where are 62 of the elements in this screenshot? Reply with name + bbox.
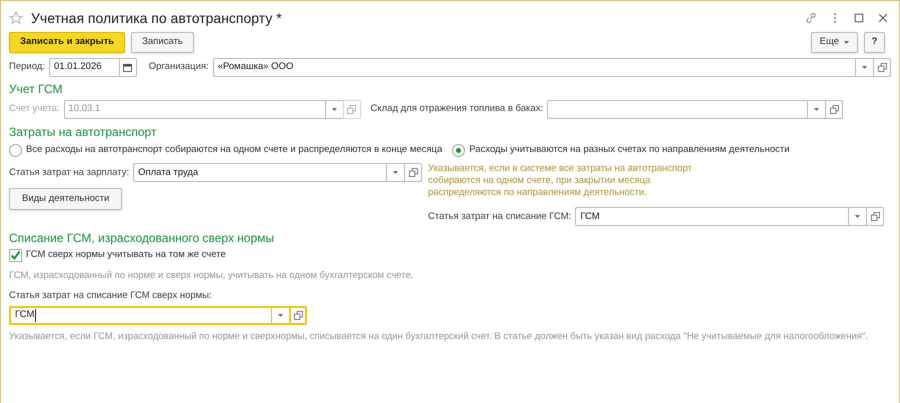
open-button[interactable] [289,306,307,325]
input-field[interactable]: 01.01.2026 [48,58,119,77]
dropdown-button[interactable] [324,100,342,119]
field-label: Статья затрат на списание ГСМ сверх нормы: [9,288,212,303]
close-icon[interactable] [877,12,889,24]
section-heading: Затраты на автотранспорт [9,126,158,138]
input-field[interactable] [547,100,808,119]
dropdown-button[interactable] [848,207,866,226]
caret-icon [844,40,849,44]
dropdown-button[interactable] [855,58,873,77]
radio-button[interactable] [9,144,22,157]
caret-icon [814,108,820,111]
checkbox-label[interactable]: ГСМ сверх нормы учитывать на том же счете [26,248,226,262]
caret-icon [278,314,283,317]
activities-button[interactable]: Виды деятельности [9,188,122,210]
note-text: Указывается, если ГСМ, израсходованный по норме и сверхнормы, списывается на один бухгалтерский счет. В статье должен быть указан вид расхода "Не учитываемые для налогообложения". [9,330,868,344]
link-icon[interactable] [805,12,817,24]
windows-icon [830,105,839,114]
input-field[interactable]: ГСМ [575,207,848,226]
input-field[interactable]: «Ромашка» ООО [212,58,855,77]
help-button[interactable]: ? [864,32,885,52]
more-button[interactable]: Еще [810,32,858,52]
field-label: Статья затрат на зарплату: [9,166,130,180]
hint-text: Указывается, если в системе все затраты на автотранспорт собираются на одном счете, при закрытии месяца распределяются по направлениям деятельности. [428,163,693,200]
calendar-button[interactable] [118,58,137,77]
dropdown-button[interactable] [271,306,289,325]
star-icon[interactable] [9,11,23,25]
note-text: ГСМ, израсходованный по норме и сверх нормы, учитывать на одном бухгалтерском счете. [9,268,414,282]
toolbar-button[interactable]: Записать и закрыть [9,32,126,52]
radio-label[interactable]: Все расходы на автотранспорт собираются на одном счете и распределяются в конце месяца [26,143,442,158]
dropdown-button[interactable] [386,163,404,182]
caret-icon [332,108,336,111]
input-field[interactable]: ГСМ [9,306,271,325]
calendar-icon [123,63,132,72]
field-label: Организация: [148,60,209,74]
open-button[interactable] [342,100,360,119]
section-heading: Учет ГСМ [9,83,64,95]
dropdown-button[interactable] [807,100,826,119]
windows-icon [294,311,302,320]
toolbar-button[interactable]: Записать [131,32,194,52]
windows-icon [408,168,418,178]
open-button[interactable] [866,207,884,226]
caret-icon [855,215,860,218]
window-title: Учетная политика по автотранспорту * [31,8,283,28]
field-label: Статья затрат на списание ГСМ: [428,210,572,224]
windows-icon [870,212,880,222]
section-heading: Списание ГСМ, израсходованного сверх нормы [9,232,276,244]
radio-label[interactable]: Расходы учитываются на разных счетах по направлениям деятельности [469,143,790,158]
windows-icon [347,105,356,114]
maximize-icon[interactable] [853,12,865,24]
open-button[interactable] [404,163,422,182]
checkbox[interactable] [9,248,22,262]
field-label: Склад для отражения топлива в баках: [370,102,544,116]
open-button[interactable] [825,100,844,119]
field-label: Период: [9,60,45,74]
input-field[interactable]: Оплата труда [133,163,386,182]
field-label: Счет учета: [9,102,60,116]
open-button[interactable] [873,58,891,77]
caret-icon [862,66,867,69]
radio-button[interactable] [452,144,466,157]
windows-icon [878,63,886,72]
caret-icon [393,171,398,174]
